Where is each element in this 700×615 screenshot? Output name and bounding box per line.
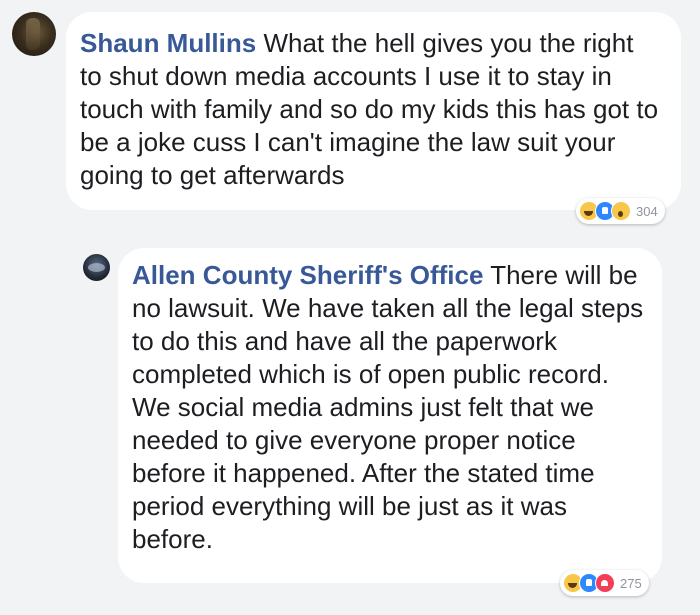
comment-author-link[interactable]: Shaun Mullins bbox=[80, 28, 256, 58]
reply-reaction-summary[interactable]: 275 bbox=[560, 570, 649, 596]
reaction-summary[interactable]: 304 bbox=[576, 198, 665, 224]
wow-icon bbox=[611, 201, 631, 221]
reaction-count: 304 bbox=[636, 203, 658, 219]
love-icon bbox=[595, 573, 615, 593]
reply-text: There will be no lawsuit. We have taken … bbox=[132, 260, 644, 554]
commenter-avatar[interactable] bbox=[12, 12, 56, 56]
reaction-count: 275 bbox=[620, 575, 642, 591]
reply-author-link[interactable]: Allen County Sheriff's Office bbox=[132, 260, 483, 290]
reply-bubble: Allen County Sheriff's Office There will… bbox=[118, 248, 662, 583]
reply-avatar[interactable] bbox=[83, 254, 110, 281]
comment-bubble: Shaun Mullins What the hell gives you th… bbox=[66, 12, 681, 210]
